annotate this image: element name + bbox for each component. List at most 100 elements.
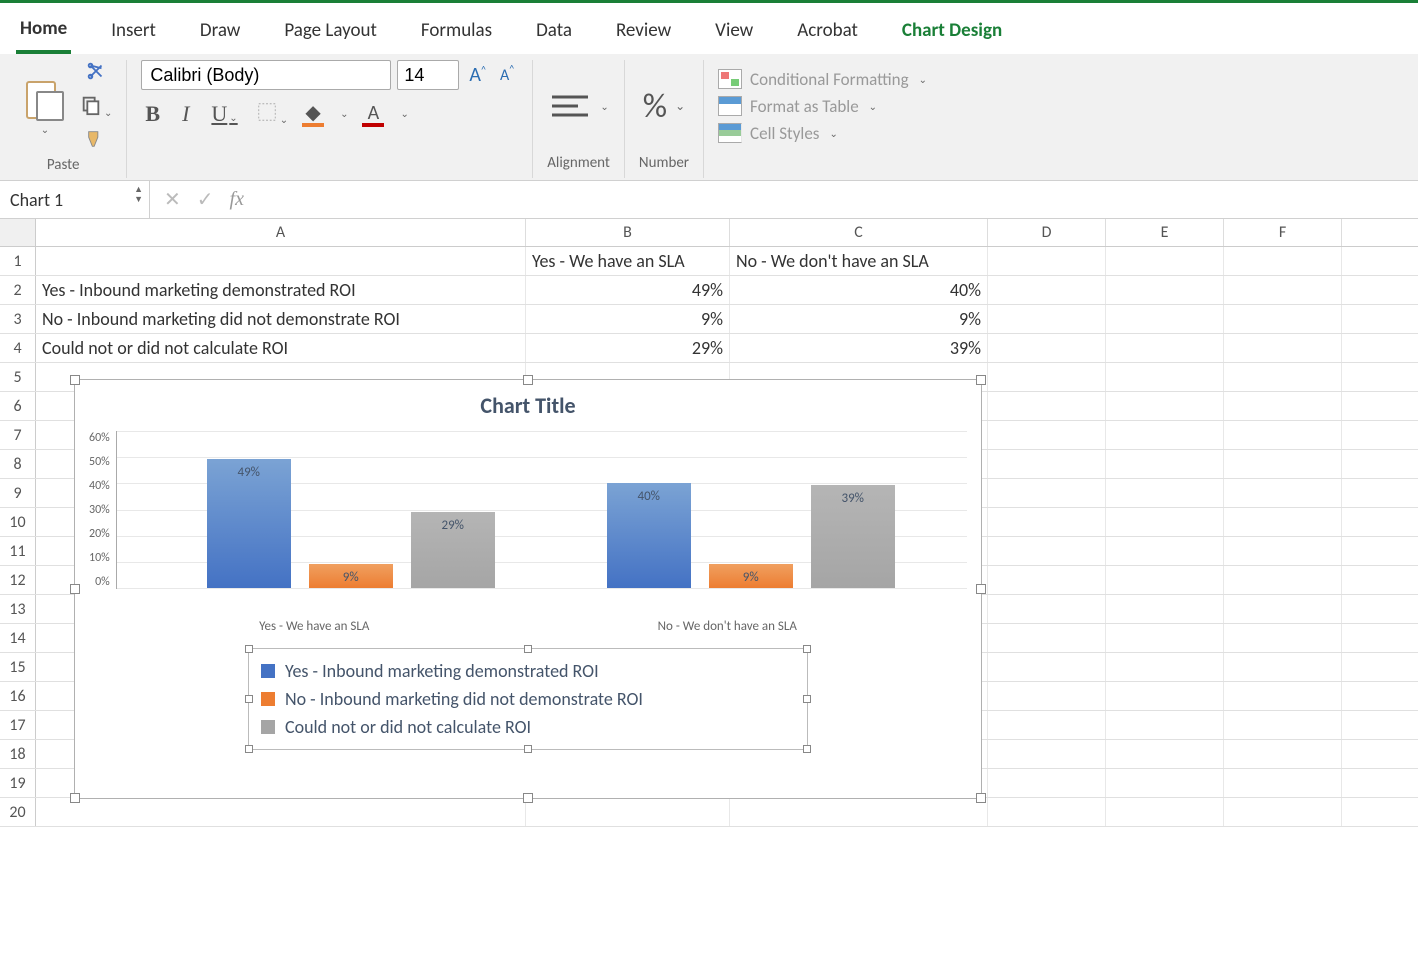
chart-legend[interactable]: Yes - Inbound marketing demonstrated ROI… xyxy=(248,648,808,750)
cell-D16[interactable] xyxy=(988,682,1106,710)
legend-item[interactable]: No - Inbound marketing did not demonstra… xyxy=(261,685,795,713)
cell-A4[interactable]: Could not or did not calculate ROI xyxy=(36,334,526,362)
chart-plot-area[interactable]: 49%9%29%40%9%39% xyxy=(116,431,967,589)
cell-E16[interactable] xyxy=(1106,682,1224,710)
ribbon-tab-home[interactable]: Home xyxy=(16,11,71,54)
cell-D8[interactable] xyxy=(988,450,1106,478)
cell-F15[interactable] xyxy=(1224,653,1342,681)
decrease-font-button[interactable]: A^ xyxy=(496,66,518,85)
cancel-formula-button[interactable]: ✕ xyxy=(164,187,181,212)
cell-E6[interactable] xyxy=(1106,392,1224,420)
chart-handle-e[interactable] xyxy=(976,584,986,594)
cell-E11[interactable] xyxy=(1106,537,1224,565)
legend-item[interactable]: Could not or did not calculate ROI xyxy=(261,713,795,741)
select-all-corner[interactable] xyxy=(0,219,36,246)
column-header-F[interactable]: F xyxy=(1224,219,1342,246)
row-header-16[interactable]: 16 xyxy=(0,682,36,710)
cell-D6[interactable] xyxy=(988,392,1106,420)
column-header-B[interactable]: B xyxy=(526,219,730,246)
row-header-15[interactable]: 15 xyxy=(0,653,36,681)
font-color-button[interactable]: A xyxy=(362,101,384,127)
cell-F5[interactable] xyxy=(1224,363,1342,391)
cell-E19[interactable] xyxy=(1106,769,1224,797)
cell-F3[interactable] xyxy=(1224,305,1342,333)
formula-input[interactable] xyxy=(258,181,1418,218)
ribbon-tab-data[interactable]: Data xyxy=(532,13,576,52)
row-header-13[interactable]: 13 xyxy=(0,595,36,623)
cell-E7[interactable] xyxy=(1106,421,1224,449)
bar-gray[interactable]: 29% xyxy=(411,512,495,588)
bar-gray[interactable]: 39% xyxy=(811,485,895,588)
cell-F11[interactable] xyxy=(1224,537,1342,565)
font-size-select[interactable] xyxy=(397,60,459,90)
cell-D20[interactable] xyxy=(988,798,1106,826)
legend-item[interactable]: Yes - Inbound marketing demonstrated ROI xyxy=(261,657,795,685)
cell-D1[interactable] xyxy=(988,247,1106,275)
name-box[interactable]: Chart 1 ▲▼ xyxy=(0,181,150,218)
cell-E1[interactable] xyxy=(1106,247,1224,275)
ribbon-tab-chart-design[interactable]: Chart Design xyxy=(898,13,1006,52)
copy-button[interactable]: ⌄ xyxy=(80,94,112,120)
cell-E15[interactable] xyxy=(1106,653,1224,681)
cell-D11[interactable] xyxy=(988,537,1106,565)
cell-D10[interactable] xyxy=(988,508,1106,536)
cell-A2[interactable]: Yes - Inbound marketing demonstrated ROI xyxy=(36,276,526,304)
cell-C1[interactable]: No - We don't have an SLA xyxy=(730,247,988,275)
chart-handle-sw[interactable] xyxy=(70,793,80,803)
cell-A1[interactable] xyxy=(36,247,526,275)
embedded-chart[interactable]: Chart Title 60%50%40%30%20%10%0% 49%9%29… xyxy=(74,379,982,799)
row-header-7[interactable]: 7 xyxy=(0,421,36,449)
cell-F14[interactable] xyxy=(1224,624,1342,652)
column-header-D[interactable]: D xyxy=(988,219,1106,246)
row-header-18[interactable]: 18 xyxy=(0,740,36,768)
cell-F4[interactable] xyxy=(1224,334,1342,362)
cell-D2[interactable] xyxy=(988,276,1106,304)
cell-F19[interactable] xyxy=(1224,769,1342,797)
row-header-9[interactable]: 9 xyxy=(0,479,36,507)
cell-E3[interactable] xyxy=(1106,305,1224,333)
cell-F1[interactable] xyxy=(1224,247,1342,275)
cell-E12[interactable] xyxy=(1106,566,1224,594)
cell-B20[interactable] xyxy=(526,798,730,826)
cell-F10[interactable] xyxy=(1224,508,1342,536)
cell-E14[interactable] xyxy=(1106,624,1224,652)
cell-E18[interactable] xyxy=(1106,740,1224,768)
row-header-17[interactable]: 17 xyxy=(0,711,36,739)
cell-F17[interactable] xyxy=(1224,711,1342,739)
cell-D13[interactable] xyxy=(988,595,1106,623)
cell-B3[interactable]: 9% xyxy=(526,305,730,333)
cell-E13[interactable] xyxy=(1106,595,1224,623)
cell-F18[interactable] xyxy=(1224,740,1342,768)
cell-F7[interactable] xyxy=(1224,421,1342,449)
chart-handle-n[interactable] xyxy=(523,375,533,385)
cell-D12[interactable] xyxy=(988,566,1106,594)
ribbon-tab-review[interactable]: Review xyxy=(612,13,675,52)
cell-D5[interactable] xyxy=(988,363,1106,391)
cell-D4[interactable] xyxy=(988,334,1106,362)
chart-title[interactable]: Chart Title xyxy=(75,380,981,427)
cell-D19[interactable] xyxy=(988,769,1106,797)
ribbon-tab-draw[interactable]: Draw xyxy=(196,13,244,52)
cell-styles-button[interactable]: Cell Styles⌄ xyxy=(718,123,927,144)
cell-D15[interactable] xyxy=(988,653,1106,681)
cell-D9[interactable] xyxy=(988,479,1106,507)
alignment-button[interactable]: ⌄ xyxy=(548,91,608,121)
cell-B2[interactable]: 49% xyxy=(526,276,730,304)
paste-button[interactable]: ⌄ xyxy=(14,79,74,136)
ribbon-tab-insert[interactable]: Insert xyxy=(107,13,160,52)
font-name-select[interactable] xyxy=(141,60,391,90)
italic-button[interactable]: I xyxy=(178,101,193,127)
bar-blue[interactable]: 40% xyxy=(607,483,691,588)
cell-F8[interactable] xyxy=(1224,450,1342,478)
bar-orange[interactable]: 9% xyxy=(309,564,393,588)
chart-handle-ne[interactable] xyxy=(976,375,986,385)
cell-F2[interactable] xyxy=(1224,276,1342,304)
cell-B1[interactable]: Yes - We have an SLA xyxy=(526,247,730,275)
increase-font-button[interactable]: A^ xyxy=(465,63,490,87)
row-header-1[interactable]: 1 xyxy=(0,247,36,275)
row-header-4[interactable]: 4 xyxy=(0,334,36,362)
column-header-A[interactable]: A xyxy=(36,219,526,246)
cell-E2[interactable] xyxy=(1106,276,1224,304)
format-as-table-button[interactable]: Format as Table⌄ xyxy=(718,96,927,117)
bar-orange[interactable]: 9% xyxy=(709,564,793,588)
